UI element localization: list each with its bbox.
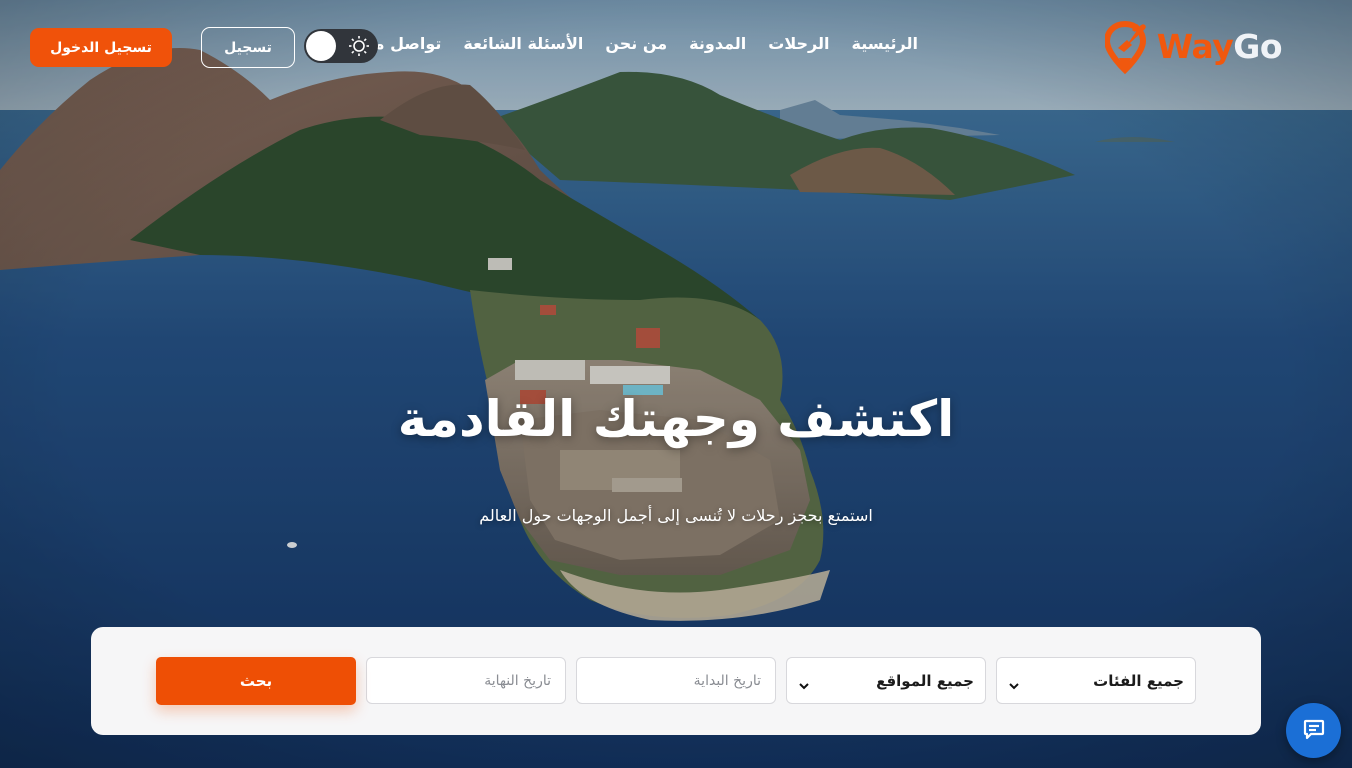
chat-bubble-icon <box>1302 717 1326 745</box>
category-select[interactable]: جميع الفئات <box>996 657 1196 704</box>
start-date-field[interactable] <box>577 658 775 703</box>
hero-subtitle: استمتع بحجز رحلات لا تُنسى إلى أجمل الوج… <box>479 506 873 525</box>
end-date-field[interactable] <box>367 658 565 703</box>
location-select-value: جميع المواقع <box>876 671 974 690</box>
brand-logo[interactable]: WayGo <box>1103 18 1283 75</box>
location-select[interactable]: جميع المواقع <box>786 657 986 704</box>
main-navigation: الرئيسية الرحلات المدونة من نحن الأسئلة … <box>353 34 918 53</box>
end-date-field-wrapper <box>366 657 566 704</box>
chevron-down-icon <box>799 676 809 689</box>
nav-link-blog[interactable]: المدونة <box>689 34 746 53</box>
brand-name: WayGo <box>1156 26 1283 66</box>
theme-toggle[interactable] <box>304 29 378 63</box>
chat-button[interactable] <box>1286 703 1341 758</box>
signup-button[interactable]: تسجيل <box>201 27 295 68</box>
toggle-knob <box>306 31 336 61</box>
nav-link-faq[interactable]: الأسئلة الشائعة <box>463 34 583 53</box>
map-pin-airplane-icon <box>1103 18 1151 75</box>
brand-name-way: Way <box>1156 26 1234 66</box>
brand-name-go: Go <box>1233 26 1282 66</box>
nav-link-home[interactable]: الرئيسية <box>852 34 919 53</box>
trip-search-panel: جميع الفئات جميع المواقع بحث <box>91 627 1261 735</box>
category-select-value: جميع الفئات <box>1093 671 1184 690</box>
hero-title: اكتشف وجهتك القادمة <box>397 390 955 448</box>
sun-icon <box>348 35 370 57</box>
start-date-field-wrapper <box>576 657 776 704</box>
nav-link-trips[interactable]: الرحلات <box>768 34 829 53</box>
login-button[interactable]: تسجيل الدخول <box>30 28 172 67</box>
nav-link-about[interactable]: من نحن <box>605 34 667 53</box>
site-header: WayGo الرئيسية الرحلات المدونة من نحن ال… <box>0 0 1352 94</box>
chevron-down-icon <box>1009 676 1019 689</box>
search-button[interactable]: بحث <box>156 657 356 705</box>
